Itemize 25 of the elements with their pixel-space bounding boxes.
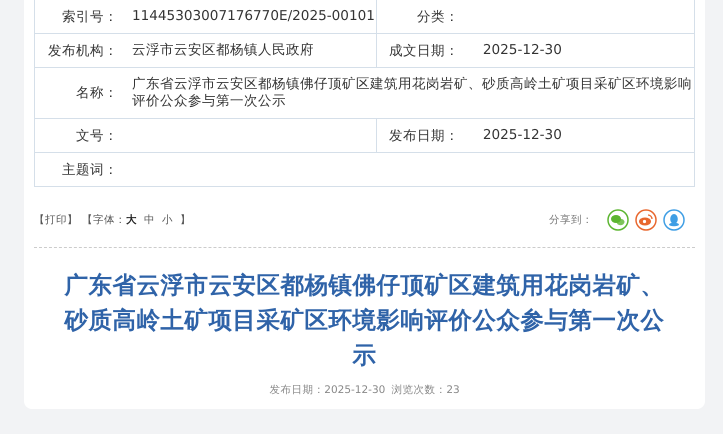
field-value: 云浮市云安区都杨镇人民政府: [132, 42, 314, 58]
field-label: 分类：: [416, 8, 459, 24]
view-count: 浏览次数：23: [391, 384, 460, 396]
field-value: 广东省云浮市云安区都杨镇佛仔顶矿区建筑用花岗岩矿、砂质高岭土矿项目采矿区环境影响评价公众参与第一次公示: [132, 76, 692, 109]
share-label: 分享到：: [549, 213, 593, 227]
field-label: 文号：: [76, 128, 118, 144]
article-title: 广东省云浮市云安区都杨镇佛仔顶矿区建筑用花岗岩矿、砂质高岭土矿项目采矿区环境影响评价公众参与第一次公示: [62, 270, 666, 371]
font-size-option[interactable]: 中: [144, 213, 155, 227]
field-label: 索引号：: [62, 8, 118, 24]
chat-bubbles-icon[interactable]: [607, 209, 629, 231]
field-label: 名称：: [76, 85, 118, 101]
field-label: 发布机构：: [48, 42, 118, 58]
bracket: 】: [180, 213, 191, 227]
field-value: 11445303007176770E/2025-00101: [132, 8, 375, 24]
eye-icon[interactable]: [635, 209, 657, 231]
field-value: 2025-12-30: [482, 42, 562, 58]
font-size-option[interactable]: 小: [162, 213, 173, 227]
field-label: 主题词：: [62, 162, 118, 178]
field-label: 发布日期：: [388, 128, 459, 144]
font-size-option[interactable]: 大: [126, 213, 137, 227]
font-size-label: 【字体：: [82, 213, 126, 227]
publish-date: 发布日期：2025-12-30: [269, 384, 386, 396]
print-link[interactable]: 【打印】: [34, 213, 78, 227]
field-value: 2025-12-30: [482, 127, 562, 143]
field-label: 成文日期：: [388, 42, 459, 58]
